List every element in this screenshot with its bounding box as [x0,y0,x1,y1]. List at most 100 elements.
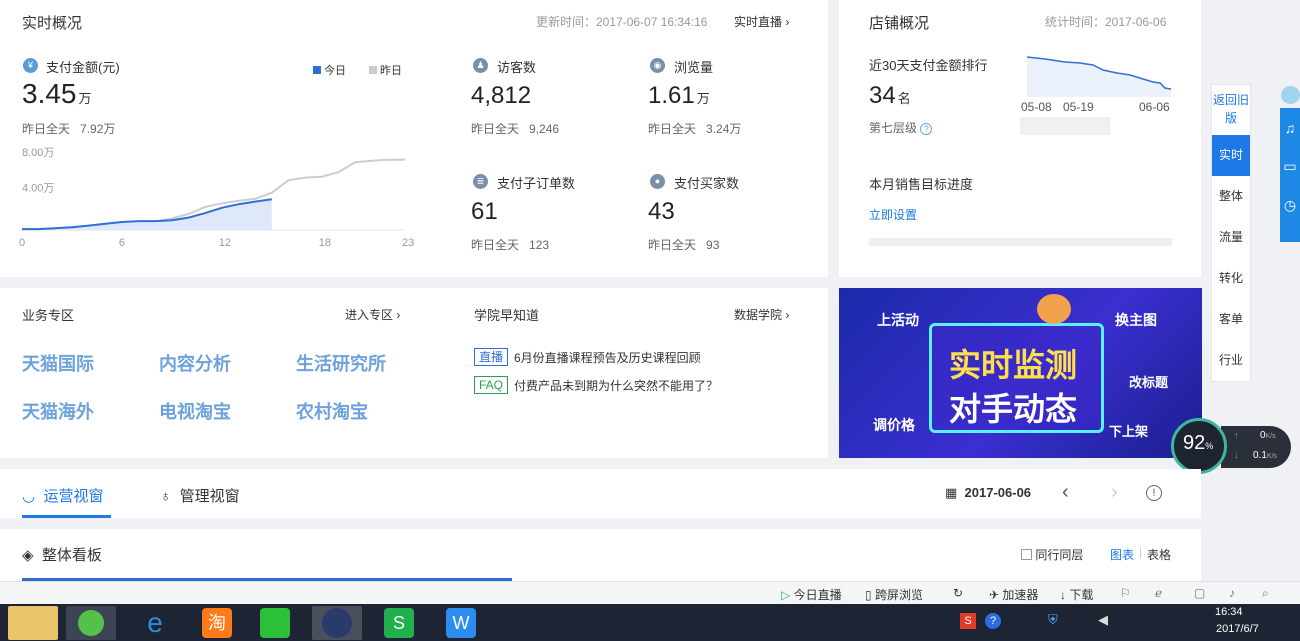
yen-icon: ¥ [23,58,38,73]
enter-zone-link[interactable]: 进入专区 › [345,306,400,323]
table-toggle[interactable]: 表格 [1147,546,1171,563]
level-text: 第七层级 [869,121,918,135]
pay-amount-yesterday: 昨日全天 7.92万 [22,120,115,137]
bell-icon[interactable]: ♫ [1280,120,1300,136]
tray-app-icon[interactable]: S [960,613,976,629]
ie-icon[interactable]: ℯ [1155,586,1162,600]
clock-time[interactable]: 16:34 [1215,606,1243,618]
divider: | [1139,545,1143,559]
date-value: 2017-06-06 [964,485,1032,500]
eye-icon: ◉ [650,58,665,73]
shield-icon: ◡ [22,488,36,505]
green-browser-icon[interactable] [66,606,116,640]
clock-date[interactable]: 2017/6/7 [1216,623,1259,635]
side-item-conversion[interactable]: 转化 [1212,258,1250,299]
banner-label: 改标题 [1129,375,1169,390]
cross-screen-item[interactable]: ▯ 跨屏浏览 [865,586,923,603]
mini-x-tick: 06-06 [1139,100,1170,114]
academy-item[interactable]: 6月份直播课程预告及历史课程回顾 [514,349,701,366]
pay-amount-number: 3.45 [22,78,77,109]
set-target-link[interactable]: 立即设置 [869,206,917,223]
yesterday-label: 昨日全天 [471,238,520,252]
chart-toggle[interactable]: 图表 [1110,546,1134,563]
faq-tag: FAQ [474,376,509,394]
yesterday-value: 7.92万 [80,122,116,136]
live-link[interactable]: 实时直播 › [734,13,789,30]
speed-unit: K/s [1266,453,1278,460]
yesterday-label: 昨日全天 [22,122,71,136]
pageviews-unit: 万 [696,91,710,106]
pay-amount-unit: 万 [78,91,92,106]
accelerator-label: 加速器 [1002,588,1039,602]
chat-icon[interactable]: ▭ [1280,158,1300,175]
biz-rural-taobao[interactable]: 农村淘宝 [296,398,368,424]
side-item-industry[interactable]: 行业 [1212,340,1250,381]
timer-icon[interactable]: ◷ [1280,197,1300,214]
academy-item[interactable]: 付费产品未到期为什么突然不能用了？ [514,377,718,394]
banner-label: 下上架 [1109,424,1149,439]
footprint-icon: ♟ [473,58,488,73]
biz-life-institute[interactable]: 生活研究所 [296,350,386,376]
download-item[interactable]: ↓ 下载 [1060,586,1093,603]
file-explorer-icon[interactable] [8,606,58,640]
x-tick-label: 23 [402,237,414,249]
target-progress-bar [869,238,1172,246]
layers-icon: ◈ [22,547,34,564]
taobao-icon[interactable]: 淘 [192,606,242,640]
legend-today-label: 今日 [324,65,346,77]
buyers-yesterday: 昨日全天 93 [648,236,719,253]
visitors-label: 访客数 [497,60,537,75]
x-tick-label: 6 [119,237,125,249]
data-academy-link[interactable]: 数据学院 › [734,306,789,323]
game-app-icon[interactable] [312,606,362,640]
business-title: 业务专区 [22,308,75,323]
ie-browser-icon[interactable]: e [130,606,180,640]
live-today-item[interactable]: ▷ 今日直播 [781,586,842,603]
side-item-realtime[interactable]: 实时 [1212,135,1250,176]
speaker-icon[interactable]: ♪ [1229,586,1235,600]
biz-tv-taobao[interactable]: 电视淘宝 [159,398,231,424]
legend-today: 今日 [313,62,346,78]
rank-value: 34 名 [869,82,911,110]
flag-icon[interactable]: ⚐ [1120,586,1131,600]
tray-volume-icon[interactable]: ◀ [1098,612,1108,628]
stat-time: 统计时间：2017-06-06 [1045,15,1167,29]
realtime-chart: 8.00万 4.00万 0 6 12 18 23 [19,147,414,249]
help-icon[interactable]: ? [920,123,933,135]
upload-speed: 0K/s [1260,430,1276,441]
info-icon[interactable]: ! [1146,485,1162,501]
rocket-icon: ✈ [989,588,1000,602]
prev-date-button[interactable]: ‹ [1062,481,1069,504]
accelerator-item[interactable]: ✈ 加速器 [989,586,1038,603]
wechat-icon[interactable] [250,606,300,640]
speed-widget[interactable]: 92% ↑ 0K/s ↓ 0.1K/s [1171,418,1291,474]
next-date-button[interactable]: › [1111,481,1118,504]
refresh-icon[interactable]: ↻ [953,586,963,600]
wps-writer-icon[interactable]: W [436,606,486,640]
biz-tmall-overseas[interactable]: 天猫海外 [22,398,94,424]
date-picker[interactable]: ▦ 2017-06-06 [945,485,1031,501]
side-item-traffic[interactable]: 流量 [1212,217,1250,258]
promo-banner[interactable]: 实时监测 对手动态 上活动 换主图 改标题 调价格 下上架 [839,288,1202,458]
browser-status-bar: ▷ 今日直播 ▯ 跨屏浏览 ↻ ✈ 加速器 ↓ 下载 ⚐ ℯ ▢ ♪ ⌕ [0,581,1300,604]
biz-content-analysis[interactable]: 内容分析 [159,350,231,376]
buyers-value: 43 [648,198,675,225]
side-item-overall[interactable]: 整体 [1212,176,1250,217]
peer-compare-checkbox[interactable]: 同行同层 [1021,546,1083,563]
download-speed: 0.1K/s [1253,450,1277,461]
back-old-version[interactable]: 返回旧版 [1212,85,1250,135]
mini-x-tick: 05-08 [1021,100,1052,114]
tray-shield-icon[interactable]: ⛨ [1048,612,1058,628]
visitors-yesterday: 昨日全天 9,246 [471,120,559,137]
x-tick-label: 18 [319,237,331,249]
tab-management[interactable]: ♁ 管理视窗 [160,485,240,506]
tab-operations[interactable]: ◡ 运营视窗 [22,485,103,506]
side-item-per-customer[interactable]: 客单 [1212,299,1250,340]
wps-sheets-icon[interactable]: S [374,606,424,640]
medal-icon: ♁ [160,488,172,505]
zoom-icon[interactable]: ⌕ [1262,586,1269,601]
tray-help-icon[interactable]: ? [985,613,1001,629]
biz-tmall-global[interactable]: 天猫国际 [22,350,94,376]
side-nav: 返回旧版 实时 整体 流量 转化 客单 行业 [1211,84,1251,382]
window-icon[interactable]: ▢ [1194,586,1205,600]
